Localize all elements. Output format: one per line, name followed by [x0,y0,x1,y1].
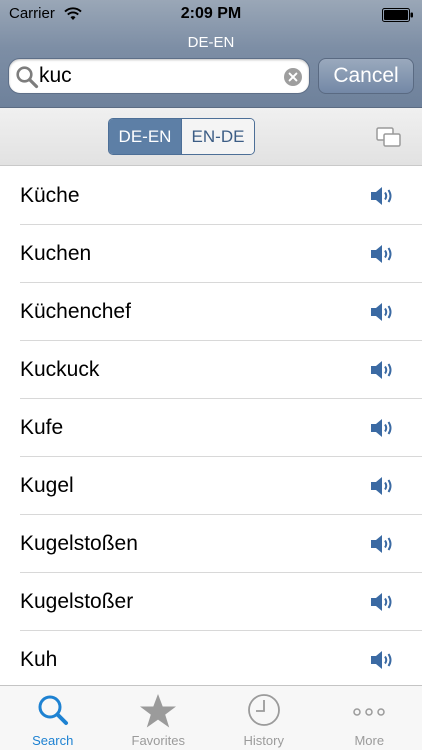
page-title: DE-EN [187,34,235,51]
speaker-icon[interactable] [370,533,396,555]
tab-favorites[interactable]: Favorites [106,686,212,750]
clear-icon[interactable] [284,68,302,86]
tab-label: Search [32,733,74,748]
windows-icon[interactable] [376,126,402,148]
status-time: 2:09 PM [180,5,242,22]
segment-de-en[interactable]: DE-EN [109,119,181,154]
speaker-icon[interactable] [370,243,396,265]
speaker-icon[interactable] [370,185,396,207]
tab-history[interactable]: History [211,686,317,750]
speaker-icon[interactable] [370,301,396,323]
list-item[interactable]: Kuh [0,631,422,685]
result-word: Kuchen [20,242,92,265]
result-word: Küche [20,184,80,207]
result-word: Kufe [20,416,64,439]
status-bar: Carrier 2:09 PM [0,0,422,30]
battery-icon [382,8,413,22]
clock-icon [247,694,280,726]
tab-search[interactable]: Search [0,686,106,750]
cancel-button[interactable]: Cancel [318,58,414,94]
list-item[interactable]: Kugelstoßen [0,515,422,573]
search-icon [38,695,68,725]
tab-bar: Search Favorites History More [0,685,422,750]
tab-more[interactable]: More [317,686,422,750]
result-word: Kugelstoßen [20,532,138,555]
direction-segmented-control[interactable]: DE-EN EN-DE [108,118,255,155]
speaker-icon[interactable] [370,417,396,439]
result-word: Küchenchef [20,300,131,323]
tab-label: History [243,733,284,748]
direction-bar: DE-EN EN-DE [0,108,422,166]
list-item[interactable]: Kugel [0,457,422,515]
list-item[interactable]: Küche [0,167,422,225]
tab-label: More [354,733,385,748]
results-list: Küche Kuchen Küchenchef Kuckuck Kufe Kug… [0,167,422,685]
search-input[interactable] [39,61,279,91]
list-item[interactable]: Kufe [0,399,422,457]
star-icon [140,694,177,728]
result-word: Kuckuck [20,358,100,381]
segment-en-de[interactable]: EN-DE [181,119,254,154]
speaker-icon[interactable] [370,649,396,671]
speaker-icon[interactable] [370,475,396,497]
speaker-icon[interactable] [370,359,396,381]
speaker-icon[interactable] [370,591,396,613]
list-item[interactable]: Küchenchef [0,283,422,341]
search-field[interactable] [8,58,310,94]
list-item[interactable]: Kuchen [0,225,422,283]
result-word: Kuh [20,648,58,671]
result-word: Kugel [20,474,74,497]
tab-label: Favorites [131,733,185,748]
result-word: Kugelstoßer [20,590,134,613]
list-item[interactable]: Kugelstoßer [0,573,422,631]
search-icon [16,66,39,89]
list-item[interactable]: Kuckuck [0,341,422,399]
more-icon [353,708,385,716]
header: Carrier 2:09 PM DE-EN Cancel [0,0,422,108]
